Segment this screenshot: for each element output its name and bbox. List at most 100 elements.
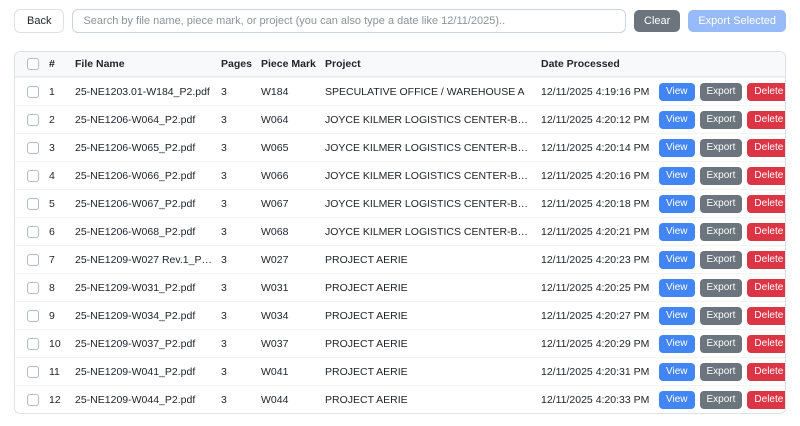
date-processed: 12/11/2025 4:20:16 PM — [541, 169, 650, 182]
view-button[interactable]: View — [659, 250, 695, 269]
project: JOYCE KILMER LOGISTICS CENTER-BUILDING 1 — [325, 113, 541, 126]
project: JOYCE KILMER LOGISTICS CENTER-BUILDING 1 — [325, 169, 541, 182]
table-row: 1 25-NE1203.01-W184_P2.pdf 3 W184 SPECUL… — [15, 77, 785, 105]
search-input[interactable] — [72, 9, 627, 33]
back-button[interactable]: Back — [14, 9, 65, 33]
pages: 3 — [221, 253, 227, 266]
row-actions: View Export Delete — [659, 110, 785, 129]
table-row: 2 25-NE1206-W064_P2.pdf 3 W064 JOYCE KIL… — [15, 105, 785, 133]
file-name: 25-NE1206-W067_P2.pdf — [75, 197, 196, 210]
table-row: 11 25-NE1209-W041_P2.pdf 3 W041 PROJECT … — [15, 357, 785, 385]
file-name: 25-NE1209-W031_P2.pdf — [75, 281, 196, 294]
file-name: 25-NE1209-W041_P2.pdf — [75, 365, 196, 378]
view-button[interactable]: View — [659, 334, 695, 353]
piece-mark: W044 — [261, 393, 289, 406]
view-button[interactable]: View — [659, 194, 695, 213]
export-button[interactable]: Export — [699, 138, 743, 157]
delete-button[interactable]: Delete — [747, 278, 785, 297]
export-button[interactable]: Export — [699, 278, 743, 297]
delete-button[interactable]: Delete — [747, 166, 785, 185]
row-actions: View Export Delete — [659, 362, 785, 381]
date-processed: 12/11/2025 4:20:18 PM — [541, 197, 650, 210]
select-all-checkbox[interactable] — [27, 58, 39, 71]
view-button[interactable]: View — [659, 362, 695, 381]
piece-mark: W031 — [261, 281, 289, 294]
pages: 3 — [221, 337, 227, 350]
delete-button[interactable]: Delete — [747, 250, 785, 269]
row-checkbox[interactable] — [27, 365, 39, 378]
row-number: 2 — [49, 113, 55, 126]
delete-button[interactable]: Delete — [747, 362, 785, 381]
delete-button[interactable]: Delete — [747, 390, 785, 409]
pages: 3 — [221, 141, 227, 154]
row-actions: View Export Delete — [659, 82, 785, 101]
date-processed: 12/11/2025 4:20:14 PM — [541, 141, 650, 154]
row-number: 8 — [49, 281, 55, 294]
delete-button[interactable]: Delete — [747, 306, 785, 325]
delete-button[interactable]: Delete — [747, 334, 785, 353]
row-checkbox[interactable] — [27, 85, 39, 98]
view-button[interactable]: View — [659, 138, 695, 157]
row-checkbox[interactable] — [27, 281, 39, 294]
piece-mark: W041 — [261, 365, 289, 378]
row-checkbox[interactable] — [27, 393, 39, 406]
row-checkbox[interactable] — [27, 309, 39, 322]
toolbar: Back Clear Export Selected — [0, 0, 800, 41]
export-button[interactable]: Export — [699, 194, 743, 213]
row-checkbox[interactable] — [27, 169, 39, 182]
row-actions: View Export Delete — [659, 194, 785, 213]
view-button[interactable]: View — [659, 166, 695, 185]
row-actions: View Export Delete — [659, 250, 785, 269]
view-button[interactable]: View — [659, 278, 695, 297]
export-button[interactable]: Export — [699, 306, 743, 325]
export-button[interactable]: Export — [699, 250, 743, 269]
view-button[interactable]: View — [659, 390, 695, 409]
file-name: 25-NE1209-W037_P2.pdf — [75, 337, 196, 350]
file-name: 25-NE1206-W064_P2.pdf — [75, 113, 196, 126]
table-row: 8 25-NE1209-W031_P2.pdf 3 W031 PROJECT A… — [15, 273, 785, 301]
delete-button[interactable]: Delete — [747, 222, 785, 241]
delete-button[interactable]: Delete — [747, 138, 785, 157]
row-checkbox[interactable] — [27, 253, 39, 266]
row-checkbox[interactable] — [27, 337, 39, 350]
file-name: 25-NE1206-W068_P2.pdf — [75, 225, 196, 238]
export-button[interactable]: Export — [699, 390, 743, 409]
clear-button[interactable]: Clear — [634, 10, 681, 32]
column-header-project: Project — [325, 58, 361, 70]
export-button[interactable]: Export — [699, 334, 743, 353]
row-actions: View Export Delete — [659, 390, 785, 409]
pages: 3 — [221, 197, 227, 210]
project: PROJECT AERIE — [325, 393, 408, 406]
view-button[interactable]: View — [659, 82, 695, 101]
row-actions: View Export Delete — [659, 278, 785, 297]
date-processed: 12/11/2025 4:19:16 PM — [541, 85, 650, 98]
view-button[interactable]: View — [659, 110, 695, 129]
export-button[interactable]: Export — [699, 110, 743, 129]
row-checkbox[interactable] — [27, 197, 39, 210]
export-button[interactable]: Export — [699, 362, 743, 381]
export-selected-button: Export Selected — [688, 10, 786, 32]
delete-button[interactable]: Delete — [747, 82, 785, 101]
row-checkbox[interactable] — [27, 225, 39, 238]
file-name: 25-NE1209-W027 Rev.1_P2.pdf — [75, 253, 221, 266]
row-actions: View Export Delete — [659, 138, 785, 157]
row-checkbox[interactable] — [27, 141, 39, 154]
project: PROJECT AERIE — [325, 365, 408, 378]
row-actions: View Export Delete — [659, 166, 785, 185]
delete-button[interactable]: Delete — [747, 110, 785, 129]
date-processed: 12/11/2025 4:20:12 PM — [541, 113, 650, 126]
pages: 3 — [221, 365, 227, 378]
export-button[interactable]: Export — [699, 222, 743, 241]
table-header-row: # File Name Pages Piece Mark Project Dat… — [15, 52, 785, 77]
row-actions: View Export Delete — [659, 222, 785, 241]
row-checkbox[interactable] — [27, 113, 39, 126]
export-button[interactable]: Export — [699, 166, 743, 185]
project: JOYCE KILMER LOGISTICS CENTER-BUILDING 1 — [325, 197, 541, 210]
piece-mark: W068 — [261, 225, 289, 238]
delete-button[interactable]: Delete — [747, 194, 785, 213]
export-button[interactable]: Export — [699, 82, 743, 101]
view-button[interactable]: View — [659, 306, 695, 325]
piece-mark: W184 — [261, 85, 289, 98]
view-button[interactable]: View — [659, 222, 695, 241]
date-processed: 12/11/2025 4:20:31 PM — [541, 365, 650, 378]
